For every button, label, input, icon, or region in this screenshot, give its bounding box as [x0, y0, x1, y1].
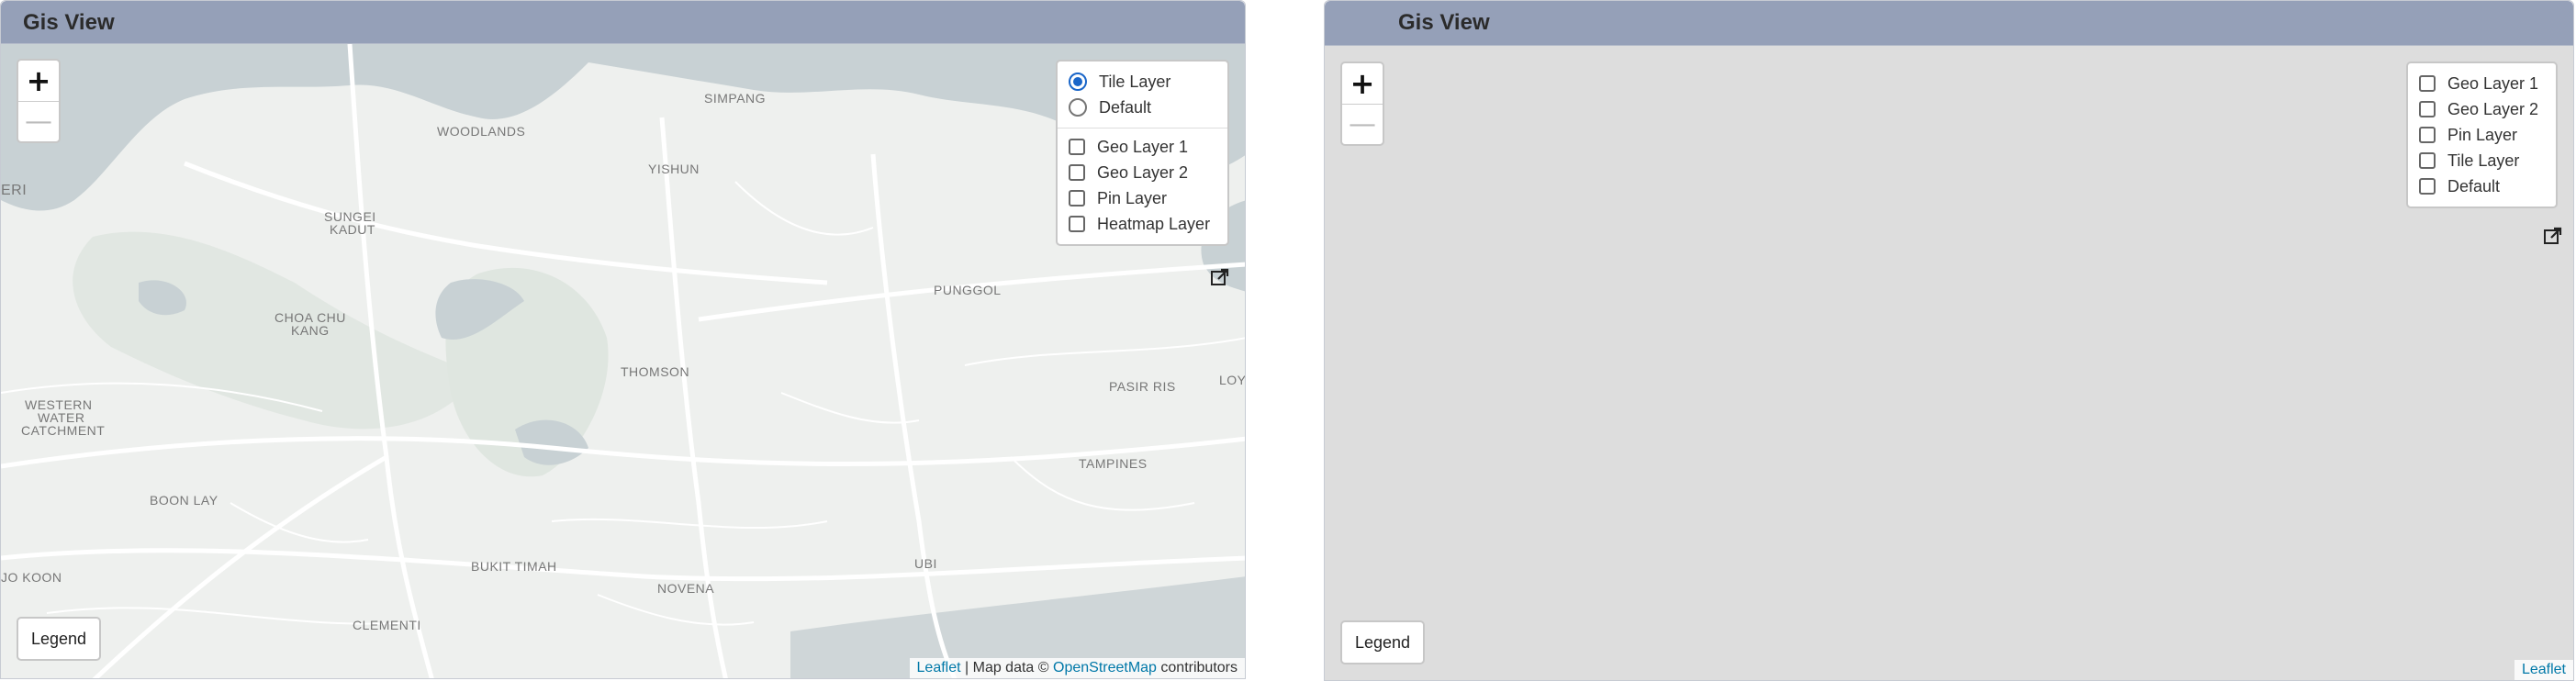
panel-title: Gis View [23, 10, 115, 35]
place-label: CATCHMENT [21, 423, 106, 438]
overlay-geo-layer-1[interactable]: Geo Layer 1 [1069, 134, 1216, 160]
layer-label: Pin Layer [2447, 125, 2518, 144]
base-layer-tile[interactable]: Tile Layer [1069, 69, 1216, 95]
layers-control: Tile Layer Default Geo Layer 1 Geo Layer… [1056, 60, 1229, 246]
overlay-default[interactable]: Default [2419, 173, 2545, 199]
map-default-view[interactable]: + — Geo Layer 1 Geo Layer 2 Pin Layer Ti… [1325, 46, 2573, 680]
checkbox[interactable] [1069, 190, 1085, 207]
radio-button[interactable] [1069, 98, 1087, 117]
checkbox[interactable] [2419, 178, 2436, 195]
checkbox[interactable] [1069, 216, 1085, 232]
overlay-pin-layer[interactable]: Pin Layer [2419, 122, 2545, 148]
panel-header: Gis View [1325, 1, 2573, 46]
gis-view-panel-1: Gis View WOODLANDS SIMPANG YISHUN SUNGEI… [0, 0, 1246, 679]
overlay-geo-layer-2[interactable]: Geo Layer 2 [1069, 160, 1216, 185]
checkbox[interactable] [1069, 139, 1085, 155]
overlay-heatmap-layer[interactable]: Heatmap Layer [1069, 211, 1216, 237]
openstreetmap-link[interactable]: OpenStreetMap [1053, 660, 1157, 675]
place-label: JO KOON [1, 570, 62, 585]
zoom-out-button[interactable]: — [1342, 104, 1383, 144]
place-label: BOON LAY [150, 493, 218, 508]
layers-control: Geo Layer 1 Geo Layer 2 Pin Layer Tile L… [2406, 61, 2558, 208]
layer-label: Tile Layer [2447, 151, 2520, 170]
leaflet-link[interactable]: Leaflet [2522, 662, 2566, 677]
place-label: WOODLANDS [437, 124, 526, 139]
overlay-geo-layer-2[interactable]: Geo Layer 2 [2419, 96, 2545, 122]
attribution-text: | Map data © [960, 660, 1053, 675]
layer-label: Tile Layer [1099, 72, 1171, 91]
place-label: LOY [1219, 373, 1245, 387]
layer-label: Geo Layer 2 [1097, 162, 1189, 182]
overlay-tile-layer[interactable]: Tile Layer [2419, 148, 2545, 173]
legend-button[interactable]: Legend [1340, 620, 1426, 664]
layer-label: Geo Layer 2 [2447, 99, 2539, 118]
gis-view-panel-2: Gis View + — Geo Layer 1 Geo Layer 2 Pin… [1324, 0, 2574, 681]
place-label: TAMPINES [1079, 456, 1148, 471]
panel-title: Gis View [1398, 10, 1490, 35]
place-label: PASIR RIS [1109, 379, 1176, 394]
zoom-in-button[interactable]: + [18, 61, 59, 102]
layer-label: Default [2447, 176, 2501, 195]
zoom-in-button[interactable]: + [1342, 63, 1383, 105]
place-label: THOMSON [621, 364, 690, 379]
map-attribution: Leaflet [2514, 660, 2573, 680]
place-label: ERI [1, 183, 28, 198]
expand-icon[interactable] [1210, 267, 1230, 287]
layer-label: Pin Layer [1097, 188, 1168, 207]
layer-label: Heatmap Layer [1097, 214, 1211, 233]
base-layer-default[interactable]: Default [1069, 95, 1216, 120]
checkbox[interactable] [2419, 152, 2436, 169]
layer-label: Geo Layer 1 [2447, 73, 2539, 93]
overlay-pin-layer[interactable]: Pin Layer [1069, 185, 1216, 211]
place-label: NOVENA [657, 581, 715, 596]
zoom-control: + — [17, 59, 61, 143]
zoom-control: + — [1340, 61, 1384, 146]
place-label: SIMPANG [704, 91, 767, 106]
attribution-suffix: contributors [1156, 660, 1238, 675]
place-label: UBI [914, 556, 937, 571]
checkbox[interactable] [2419, 127, 2436, 143]
overlay-geo-layer-1[interactable]: Geo Layer 1 [2419, 71, 2545, 96]
checkbox[interactable] [2419, 75, 2436, 92]
place-label: YISHUN [648, 162, 700, 176]
checkbox[interactable] [1069, 164, 1085, 181]
place-label: KADUT [330, 222, 375, 237]
map-attribution: Leaflet | Map data © OpenStreetMap contr… [909, 658, 1245, 678]
panel-header: Gis View [1, 1, 1245, 44]
expand-icon[interactable] [2543, 226, 2563, 246]
legend-button[interactable]: Legend [17, 617, 102, 661]
layer-label: Default [1099, 97, 1152, 117]
zoom-out-button[interactable]: — [18, 101, 59, 141]
place-label: PUNGGOL [934, 283, 1002, 297]
map-tile-view[interactable]: WOODLANDS SIMPANG YISHUN SUNGEI KADUT CH… [1, 44, 1245, 678]
place-label: CLEMENTI [353, 618, 421, 632]
radio-button-selected[interactable] [1069, 73, 1087, 91]
leaflet-link[interactable]: Leaflet [917, 660, 961, 675]
place-label: BUKIT TIMAH [471, 559, 557, 574]
layer-label: Geo Layer 1 [1097, 137, 1189, 156]
checkbox[interactable] [2419, 101, 2436, 117]
place-label: KANG [291, 323, 330, 338]
